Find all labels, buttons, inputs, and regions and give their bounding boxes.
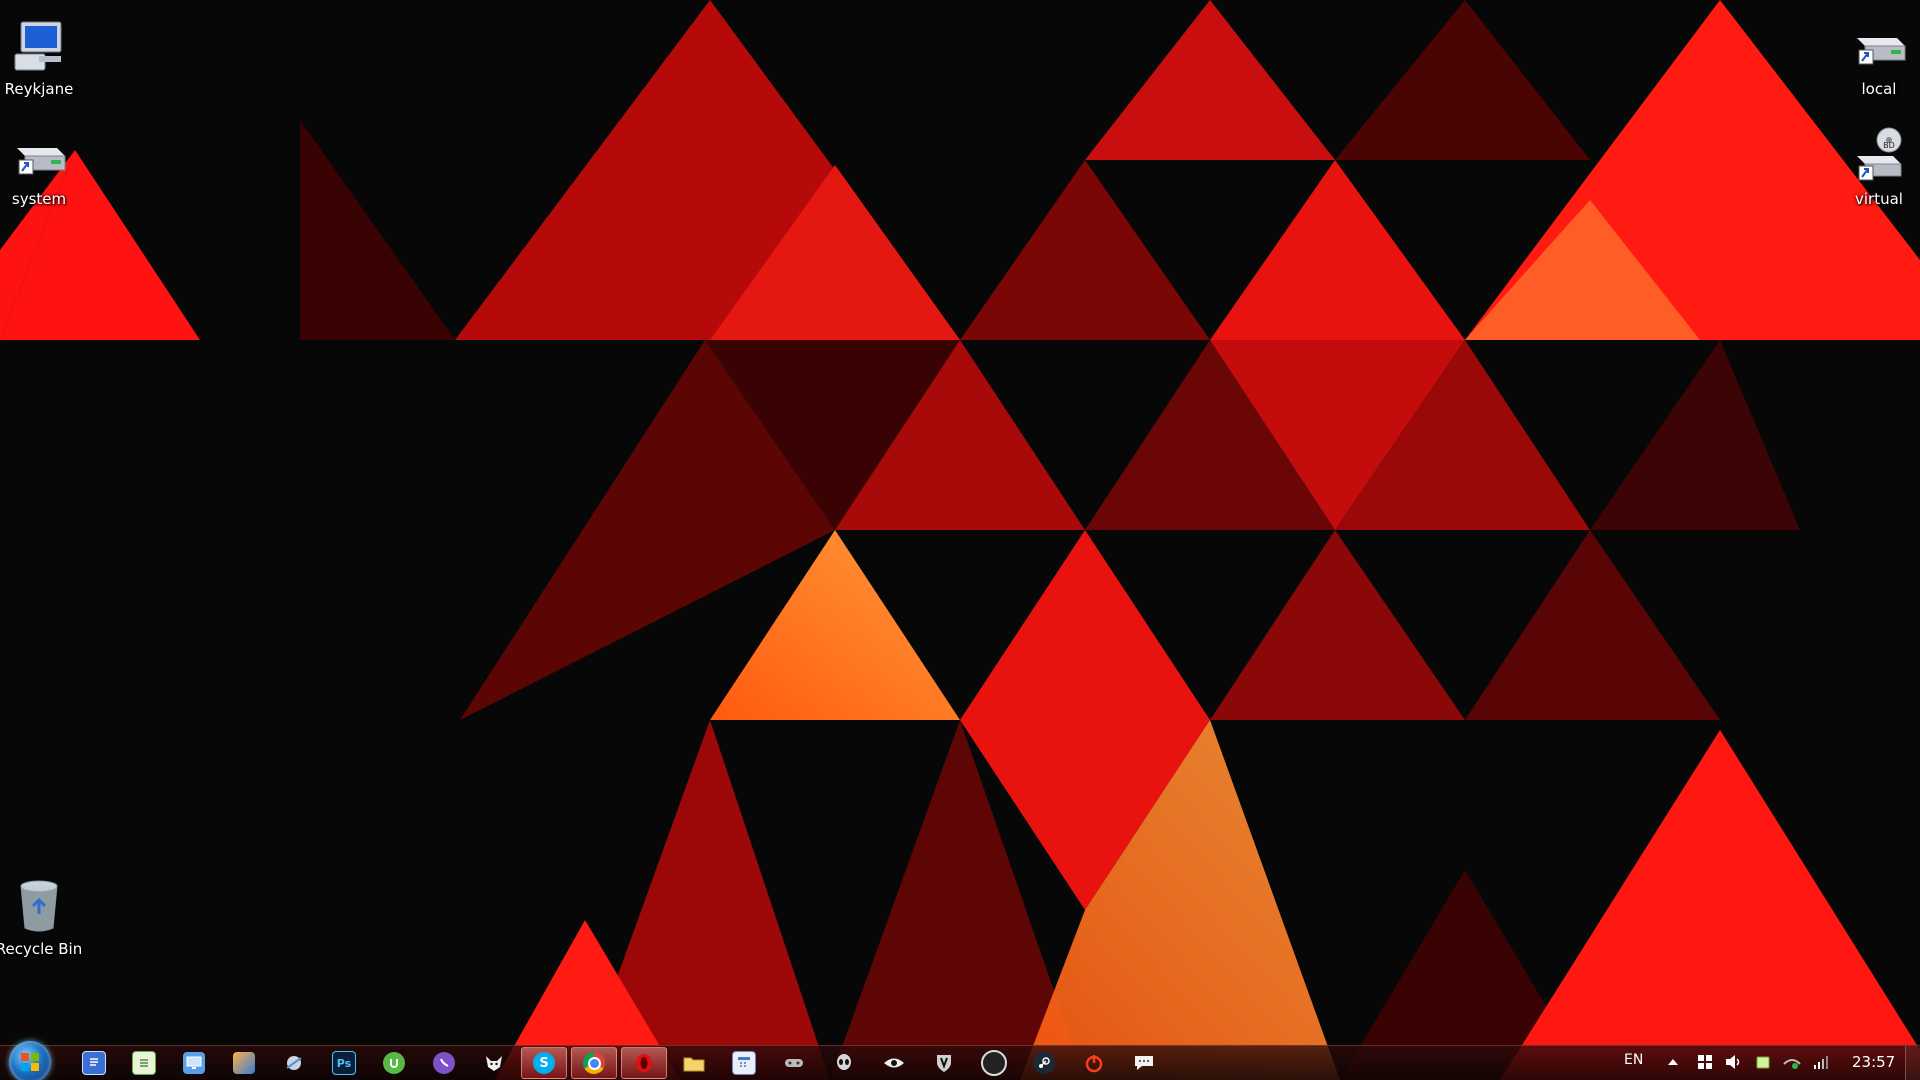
taskbar-chat[interactable]	[1121, 1047, 1167, 1079]
wallpaper-red-triangles	[0, 0, 1920, 1080]
media-center-icon	[233, 1052, 255, 1074]
taskbar-fox-app[interactable]	[471, 1047, 517, 1079]
desktop-icon-label: system	[11, 190, 67, 208]
utorrent-icon	[383, 1052, 405, 1074]
desktop-icon-label: virtual	[1855, 190, 1903, 208]
explorer-folder-icon	[683, 1052, 705, 1074]
windows-logo-icon	[21, 1053, 39, 1071]
taskbar-steam[interactable]	[1021, 1047, 1067, 1079]
taskbar-explorer[interactable]	[671, 1047, 717, 1079]
taskbar-logitech[interactable]	[971, 1047, 1017, 1079]
wordpad-icon	[82, 1051, 106, 1075]
windows-flag-icon[interactable]	[1696, 1053, 1714, 1071]
shield-game-icon	[933, 1052, 955, 1074]
taskbar-notepad[interactable]	[121, 1047, 167, 1079]
opera-icon	[633, 1052, 655, 1074]
recycle-bin-icon	[20, 880, 58, 932]
taskbar-opera[interactable]	[621, 1047, 667, 1079]
viber-icon	[433, 1052, 455, 1074]
taskbar-utorrent[interactable]	[371, 1047, 417, 1079]
taskbar-eye-app[interactable]	[871, 1047, 917, 1079]
taskbar-alien[interactable]	[821, 1047, 867, 1079]
computer-icon	[14, 21, 62, 71]
taskbar-gamepad[interactable]	[771, 1047, 817, 1079]
show-desktop-button[interactable]	[1905, 1046, 1920, 1080]
taskbar-wordpad[interactable]	[71, 1047, 117, 1079]
taskbar-power-app[interactable]	[1071, 1047, 1117, 1079]
volume-icon[interactable]	[1725, 1053, 1743, 1071]
chrome-icon	[583, 1052, 605, 1074]
signal-bars-icon[interactable]	[1812, 1053, 1830, 1071]
chat-bubble-icon	[1133, 1052, 1155, 1074]
taskbar-satellite[interactable]	[271, 1047, 317, 1079]
logitech-icon	[981, 1050, 1007, 1076]
taskbar-media-center[interactable]	[221, 1047, 267, 1079]
taskbar-calendar[interactable]	[721, 1047, 767, 1079]
desktop-icon-recycle-bin[interactable]: Recycle Bin	[0, 876, 85, 958]
taskbar-photoshop[interactable]: Ps	[321, 1047, 367, 1079]
desktop-icon-local[interactable]: local	[1833, 16, 1920, 98]
calendar-icon	[732, 1051, 756, 1075]
taskbar-viber[interactable]	[421, 1047, 467, 1079]
show-hidden-icons-icon[interactable]	[1664, 1053, 1682, 1071]
battery-icon[interactable]	[1754, 1053, 1772, 1071]
fox-icon	[483, 1052, 505, 1074]
taskbar-chrome[interactable]	[571, 1047, 617, 1079]
power-icon	[1083, 1052, 1105, 1074]
remote-desktop-icon	[183, 1052, 205, 1074]
desktop[interactable]: Reykjane system Recycle Bin local BD vir…	[0, 0, 1920, 1080]
photoshop-icon: Ps	[332, 1051, 356, 1075]
desktop-icon-label: Reykjane	[4, 80, 74, 98]
eye-icon	[883, 1052, 905, 1074]
network-icon[interactable]	[1783, 1053, 1801, 1071]
desktop-icon-label: Recycle Bin	[0, 940, 83, 958]
start-button[interactable]	[9, 1041, 51, 1080]
taskbar-remote-desktop[interactable]	[171, 1047, 217, 1079]
svg-text:BD: BD	[1883, 141, 1895, 150]
hard-drive-shortcut-icon	[17, 148, 66, 175]
clock[interactable]: 23:57	[1852, 1053, 1895, 1071]
satellite-icon	[283, 1052, 305, 1074]
bd-drive-shortcut-icon: BD	[1857, 127, 1902, 181]
desktop-icon-virtual[interactable]: BD virtual	[1833, 126, 1920, 208]
steam-icon	[1033, 1052, 1055, 1074]
alien-icon	[833, 1052, 855, 1074]
taskbar-skype[interactable]: S	[521, 1047, 567, 1079]
taskbar-shield-game[interactable]	[921, 1047, 967, 1079]
desktop-icon-label: local	[1861, 80, 1897, 98]
desktop-icon-system[interactable]: system	[0, 126, 85, 208]
notepad-icon	[132, 1051, 156, 1075]
language-indicator[interactable]: EN	[1624, 1052, 1643, 1068]
desktop-icon-reykjane[interactable]: Reykjane	[0, 16, 85, 98]
skype-icon: S	[533, 1052, 555, 1074]
gamepad-icon	[783, 1052, 805, 1074]
hard-drive-shortcut-icon	[1857, 38, 1906, 65]
